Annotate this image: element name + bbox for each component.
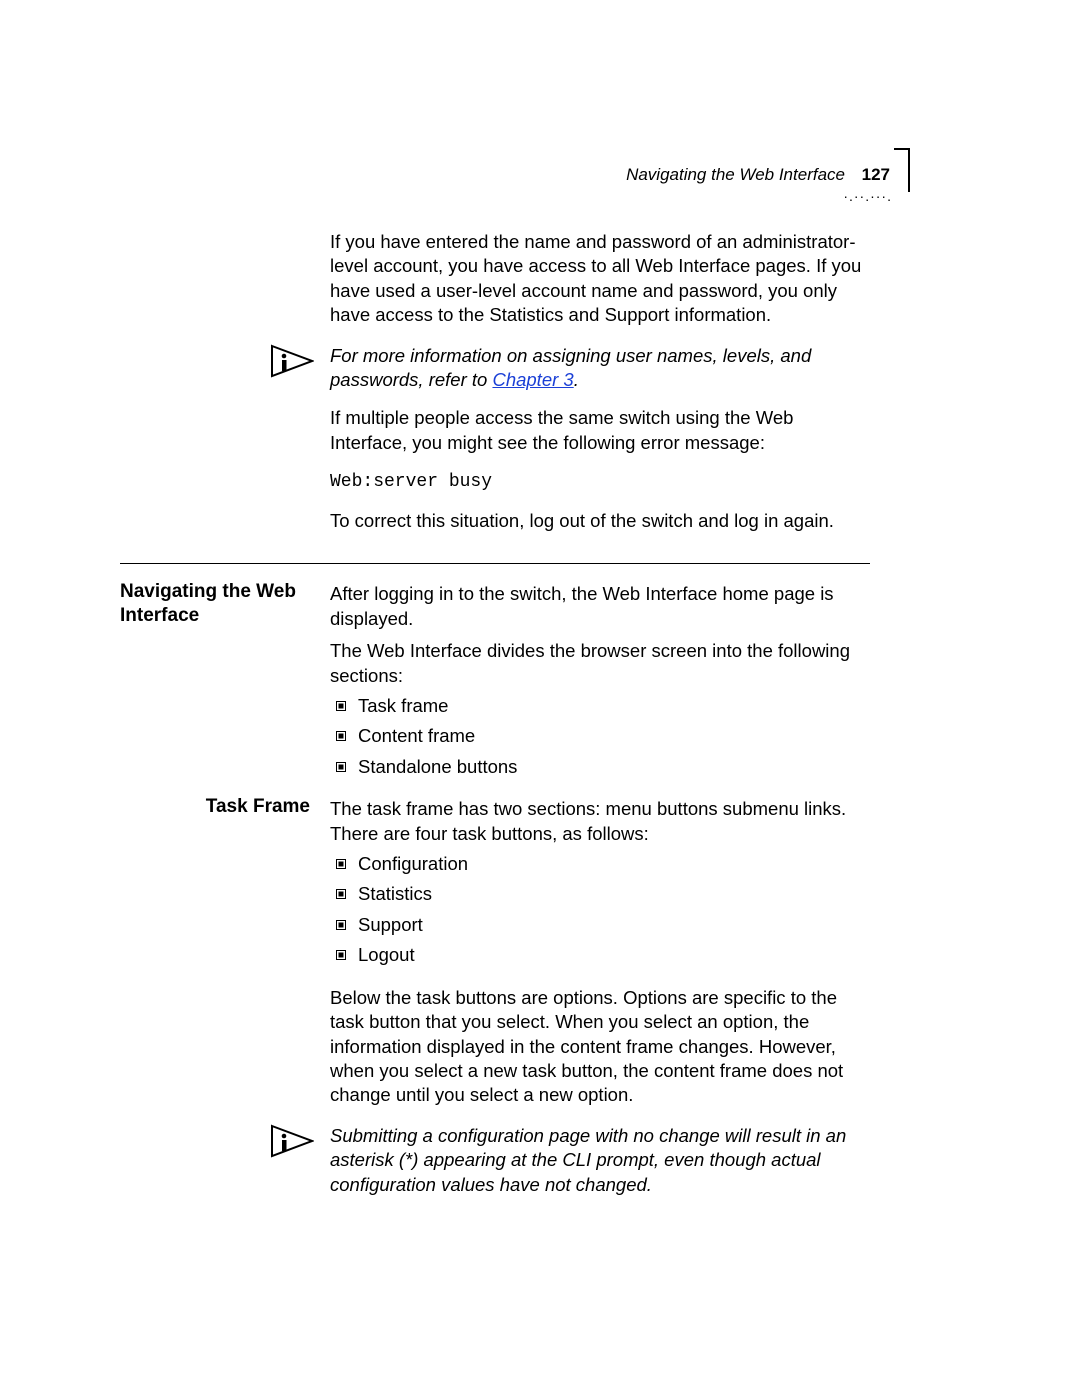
section-navigating: Navigating the Web Interface After loggi… <box>330 582 870 779</box>
info-icon <box>270 1124 314 1164</box>
info-note-2: Submitting a configuration page with no … <box>330 1124 870 1197</box>
section-task-frame: Task Frame The task frame has two sectio… <box>330 797 870 1197</box>
info-note-1: For more information on assigning user n… <box>330 344 870 393</box>
list-item: Logout <box>358 943 870 967</box>
heading-task-frame: Task Frame <box>120 795 310 819</box>
list-item: Support <box>358 913 870 937</box>
note1-post: . <box>574 369 579 390</box>
section-divider <box>120 563 870 564</box>
header-decor: ·.··.···. <box>843 188 892 204</box>
info-note-2-text: Submitting a configuration page with no … <box>330 1125 846 1195</box>
page-number: 127 <box>862 165 890 185</box>
tf-p2: Below the task buttons are options. Opti… <box>330 986 870 1108</box>
crop-mark <box>904 148 910 192</box>
intro-p2: If multiple people access the same switc… <box>330 406 870 455</box>
list-item: Standalone buttons <box>358 755 870 779</box>
nav-p1: After logging in to the switch, the Web … <box>330 582 870 631</box>
nav-bullets: Task frame Content frame Standalone butt… <box>330 694 870 779</box>
intro-p3: To correct this situation, log out of th… <box>330 509 870 533</box>
page: Navigating the Web Interface 127 ·.··.··… <box>0 0 1080 1397</box>
error-message-code: Web:server busy <box>330 471 870 495</box>
nav-p2: The Web Interface divides the browser sc… <box>330 639 870 688</box>
chapter-3-link[interactable]: Chapter 3 <box>492 369 573 390</box>
info-note-1-text: For more information on assigning user n… <box>330 345 811 390</box>
list-item: Task frame <box>358 694 870 718</box>
running-head: Navigating the Web Interface <box>626 165 845 185</box>
body-column: If you have entered the name and passwor… <box>330 230 870 1197</box>
intro-p1: If you have entered the name and passwor… <box>330 230 870 328</box>
info-icon <box>270 344 314 384</box>
tf-p1: The task frame has two sections: menu bu… <box>330 797 870 846</box>
tf-bullets: Configuration Statistics Support Logout <box>330 852 870 968</box>
list-item: Configuration <box>358 852 870 876</box>
list-item: Content frame <box>358 724 870 748</box>
list-item: Statistics <box>358 882 870 906</box>
heading-navigating: Navigating the Web Interface <box>120 580 310 628</box>
